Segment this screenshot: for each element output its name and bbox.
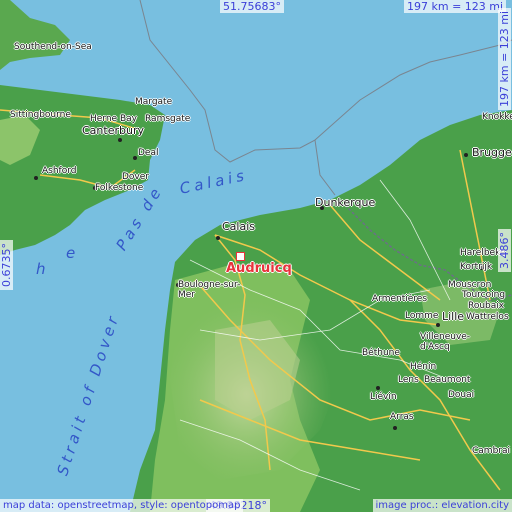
location-marker-label: Audruicq bbox=[226, 261, 292, 276]
city-lomme: Lomme bbox=[405, 311, 439, 321]
map-attribution: map data: openstreetmap, style: opentopo… bbox=[0, 499, 244, 512]
city-herne-bay: Herne Bay bbox=[90, 114, 137, 124]
city-lievin: Liévin bbox=[370, 392, 397, 402]
city-tourcoing: Tourcoing bbox=[462, 290, 506, 300]
image-processing-credit: image proc.: elevation.city bbox=[372, 499, 512, 512]
city-canterbury: Canterbury bbox=[82, 124, 144, 137]
city-douai: Douai bbox=[448, 390, 475, 400]
city-wattrelos: Wattrelos bbox=[466, 312, 509, 322]
city-sittingbourne: Sittingbourne bbox=[10, 110, 71, 120]
city-knokke: Knokke bbox=[482, 112, 512, 122]
sea-label-e: e bbox=[66, 244, 80, 262]
city-beaumont: Beaumont bbox=[424, 375, 471, 385]
top-latitude: 51.75683° bbox=[220, 0, 284, 13]
city-deal: Deal bbox=[138, 148, 159, 158]
city-kortrijk: Kortrijk bbox=[460, 262, 493, 272]
city-boulogne-sur-mer: Boulogne-sur-Mer bbox=[178, 280, 241, 300]
city-mouscron: Mouscron bbox=[448, 280, 492, 290]
city-brugge: Brugge bbox=[472, 146, 512, 159]
city-dunkerque: Dunkerque bbox=[315, 196, 376, 209]
scale-vertical: 197 km = 123 mi bbox=[498, 7, 511, 110]
city-southend-on-sea: Southend-on-Sea bbox=[14, 42, 92, 52]
city-arras: Arras bbox=[390, 412, 414, 422]
city-lens: Lens bbox=[398, 375, 419, 385]
right-longitude: 3.486° bbox=[498, 229, 511, 272]
city-lille: Lille bbox=[442, 310, 465, 323]
city-ramsgate: Ramsgate bbox=[145, 114, 191, 124]
city-henin: Hénin bbox=[410, 362, 437, 372]
left-longitude: 0.6735° bbox=[0, 240, 13, 290]
city-armentieres: Armentières bbox=[372, 294, 428, 304]
scale-horizontal: 197 km = 123 mi bbox=[404, 0, 507, 13]
city-villeneuve-dascq: Villeneuve-d'Ascq bbox=[420, 332, 471, 352]
city-folkestone: Folkestone bbox=[95, 183, 144, 193]
location-marker-icon[interactable] bbox=[236, 252, 245, 261]
map-view[interactable]: Calais Pas de Strait of Dover h e Southe… bbox=[0, 0, 512, 512]
city-ashford: Ashford bbox=[42, 166, 77, 176]
city-calais: Calais bbox=[222, 220, 256, 233]
city-dover: Dover bbox=[122, 172, 149, 182]
city-cambrai: Cambrai bbox=[472, 446, 510, 456]
city-margate: Margate bbox=[135, 97, 173, 107]
city-roubaix: Roubaix bbox=[468, 301, 505, 311]
sea-label-h: h bbox=[36, 260, 50, 278]
city-bethune: Béthune bbox=[362, 348, 400, 358]
